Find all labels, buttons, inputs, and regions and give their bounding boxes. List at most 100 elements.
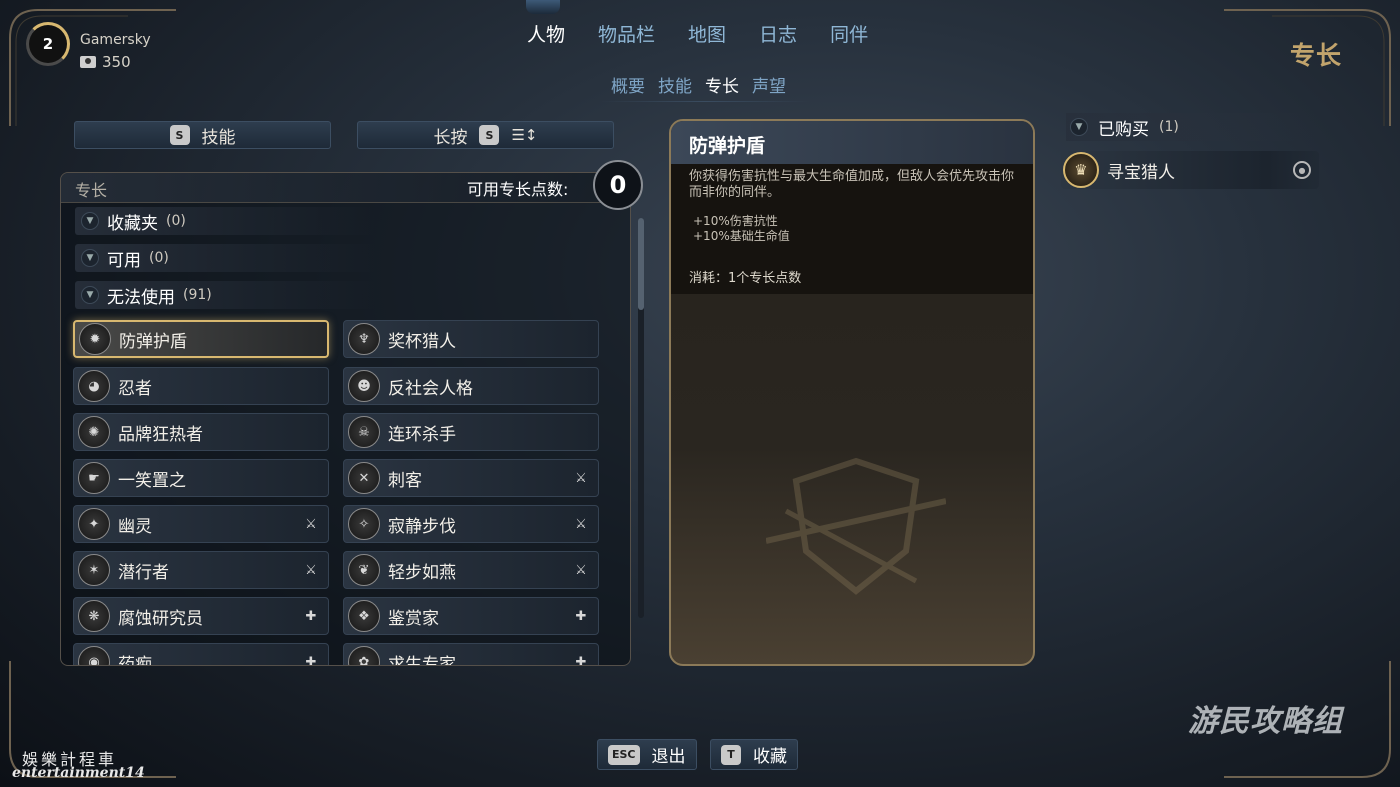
skull-icon: ☠ xyxy=(348,416,380,448)
purchased-category[interactable]: ▼ 已购买 (1) xyxy=(1066,113,1316,141)
available-points-label: 可用专长点数: xyxy=(467,180,569,199)
tab-inventory[interactable]: 物品栏 xyxy=(598,20,655,47)
chevron-down-icon: ▼ xyxy=(1070,118,1088,136)
detail-cost: 消耗：1个专长点数 xyxy=(689,271,802,286)
category-count: (91) xyxy=(183,287,212,303)
hand-icon: ☛ xyxy=(78,462,110,494)
category-label: 无法使用 xyxy=(107,287,175,308)
perk-label: 连环杀手 xyxy=(388,424,456,445)
perk-card-corrosion-researcher[interactable]: ❋ 腐蚀研究员 ✚ xyxy=(73,597,329,635)
sort-icon: ☰↕ xyxy=(511,126,538,144)
player-level-badge: 2 xyxy=(26,22,70,66)
crossed-blades-icon: ✕ xyxy=(348,462,380,494)
perk-label: 奖杯猎人 xyxy=(388,331,456,352)
subtab-perks[interactable]: 专长 xyxy=(705,72,739,97)
perk-label: 寂静步伐 xyxy=(388,516,456,537)
stealth-icon: ⚔ xyxy=(575,562,587,578)
category-favorites[interactable]: ▼ 收藏夹 (0) xyxy=(75,207,375,235)
detail-description: 你获得伤害抗性与最大生命值加成，但敌人会优先攻击你而非你的同伴。 xyxy=(689,169,1015,200)
perk-card-assassin[interactable]: ✕ 刺客 ⚔ xyxy=(343,459,599,497)
category-count: (0) xyxy=(149,250,169,266)
perk-card-sneaker[interactable]: ✶ 潜行者 ⚔ xyxy=(73,551,329,589)
purchased-count: (1) xyxy=(1159,119,1179,135)
subtab-reputation[interactable]: 声望 xyxy=(752,72,786,97)
perk-label: 品牌狂热者 xyxy=(118,424,203,445)
available-points-value: 0 xyxy=(593,160,643,210)
tab-companions[interactable]: 同伴 xyxy=(830,20,868,47)
perk-card-ninja[interactable]: ◕ 忍者 xyxy=(73,367,329,405)
category-available[interactable]: ▼ 可用 (0) xyxy=(75,244,375,272)
stealth-icon: ⚔ xyxy=(575,470,587,486)
exit-button[interactable]: ESC 退出 xyxy=(597,739,697,770)
shield-emblem-icon xyxy=(766,457,946,595)
site-watermark: 游民攻略组 xyxy=(1188,704,1343,739)
player-currency: 350 xyxy=(80,53,131,71)
mask-icon: ☻ xyxy=(348,370,380,402)
perk-label: 反社会人格 xyxy=(388,378,473,399)
inspect-icon[interactable]: ● xyxy=(1293,161,1311,179)
chevron-down-icon: ▼ xyxy=(81,249,99,267)
category-label: 收藏夹 xyxy=(107,213,158,234)
detail-title: 防弹护盾 xyxy=(689,135,766,157)
skills-button-label: 技能 xyxy=(201,127,236,148)
key-t-hint: T xyxy=(721,744,741,765)
perk-label: 药痴 xyxy=(118,654,152,666)
page-title: 专长 xyxy=(1289,41,1342,70)
perk-label: 忍者 xyxy=(118,378,152,399)
detail-stat: +10%基础生命值 xyxy=(693,229,790,243)
key-s-hint: S xyxy=(169,125,190,145)
key-s-hint: S xyxy=(479,125,500,145)
gem-icon: ❖ xyxy=(348,600,380,632)
perk-card-ghost[interactable]: ✦ 幽灵 ⚔ xyxy=(73,505,329,543)
perk-card-bulletproof-shield[interactable]: ✹ 防弹护盾 xyxy=(73,320,329,358)
perk-card-connoisseur[interactable]: ❖ 鉴赏家 ✚ xyxy=(343,597,599,635)
subtab-skills[interactable]: 技能 xyxy=(658,72,692,97)
perk-label: 腐蚀研究员 xyxy=(118,608,203,629)
detail-title-bar: 防弹护盾 xyxy=(671,121,1033,164)
ghost-icon: ✦ xyxy=(78,508,110,540)
skills-button[interactable]: S 技能 xyxy=(74,121,331,149)
footstep-icon: ✧ xyxy=(348,508,380,540)
feather-icon: ❦ xyxy=(348,554,380,586)
perk-card-silent-step[interactable]: ✧ 寂静步伐 ⚔ xyxy=(343,505,599,543)
chevron-down-icon: ▼ xyxy=(81,212,99,230)
perk-card-trophy-hunter[interactable]: ♆ 奖杯猎人 xyxy=(343,320,599,358)
favorite-button[interactable]: T 收藏 xyxy=(710,739,798,770)
purchased-perk-label: 寻宝猎人 xyxy=(1107,162,1175,183)
perk-label: 鉴赏家 xyxy=(388,608,439,629)
perk-list-panel: 专长 可用专长点数: ▼ 收藏夹 (0) ▼ 可用 (0) ▼ 无法使用 (91… xyxy=(60,172,631,666)
perk-card-sociopath[interactable]: ☻ 反社会人格 xyxy=(343,367,599,405)
sort-button[interactable]: 长按 S ☰↕ xyxy=(357,121,614,149)
tab-character[interactable]: 人物 xyxy=(527,20,565,47)
perk-label: 潜行者 xyxy=(118,562,169,583)
medkit-icon: ✚ xyxy=(305,654,317,666)
perk-card-pill-addict[interactable]: ◉ 药痴 ✚ xyxy=(73,643,329,666)
scroll-thumb[interactable] xyxy=(638,218,644,310)
medkit-icon: ✚ xyxy=(575,654,587,666)
category-label: 可用 xyxy=(107,250,141,271)
perk-card-survival-expert[interactable]: ✿ 求生专家 ✚ xyxy=(343,643,599,666)
stealth-icon: ⚔ xyxy=(305,562,317,578)
acid-icon: ❋ xyxy=(78,600,110,632)
chevron-down-icon: ▼ xyxy=(81,286,99,304)
subtab-overview[interactable]: 概要 xyxy=(611,72,645,97)
tab-map[interactable]: 地图 xyxy=(688,20,726,47)
perk-card-brand-fanatic[interactable]: ✺ 品牌狂热者 xyxy=(73,413,329,451)
perk-card-laugh-it-off[interactable]: ☛ 一笑置之 xyxy=(73,459,329,497)
purchased-perk-treasure-hunter[interactable]: ♛ 寻宝猎人 ● xyxy=(1061,151,1319,189)
channel-watermark-en: entertainment14 xyxy=(12,765,145,781)
stealth-icon: ⚔ xyxy=(305,516,317,532)
perk-detail-panel: 防弹护盾 你获得伤害抗性与最大生命值加成，但敌人会优先攻击你而非你的同伴。 +1… xyxy=(669,119,1035,666)
tab-journal[interactable]: 日志 xyxy=(759,20,797,47)
shield-icon: ✹ xyxy=(79,323,111,355)
ninja-icon: ◕ xyxy=(78,370,110,402)
category-unavailable[interactable]: ▼ 无法使用 (91) xyxy=(75,281,375,309)
perk-card-light-step[interactable]: ❦ 轻步如燕 ⚔ xyxy=(343,551,599,589)
top-ornament xyxy=(526,0,560,14)
perk-label: 求生专家 xyxy=(388,654,456,666)
perk-card-serial-killer[interactable]: ☠ 连环杀手 xyxy=(343,413,599,451)
sub-tabs: 概要 技能 专长 声望 xyxy=(611,72,786,97)
perk-label: 刺客 xyxy=(388,470,422,491)
perk-list-scrollbar[interactable] xyxy=(638,218,644,618)
category-count: (0) xyxy=(166,213,186,229)
